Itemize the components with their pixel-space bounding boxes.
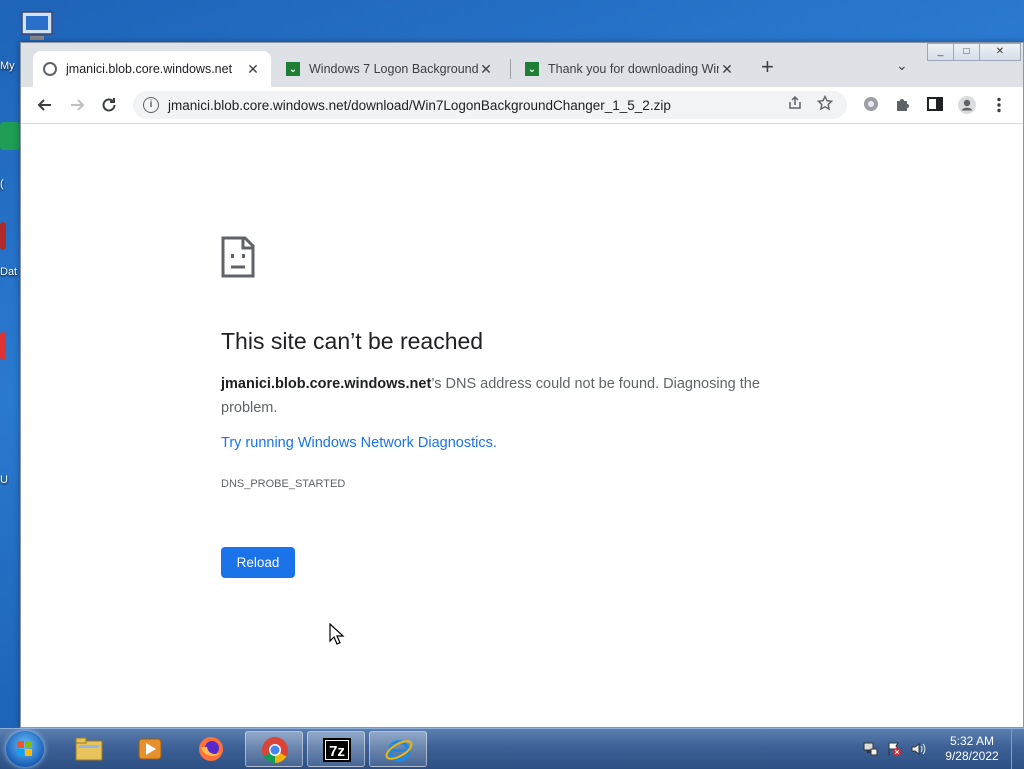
- desktop-icon-label[interactable]: (: [0, 178, 22, 190]
- taskbar-firefox[interactable]: [182, 731, 240, 767]
- network-diagnostics-link[interactable]: Try running Windows Network Diagnostics.: [221, 435, 497, 451]
- desktop-icon[interactable]: [0, 122, 22, 150]
- tab-title: jmanici.blob.core.windows.net: [66, 62, 233, 76]
- side-panel-icon[interactable]: [925, 95, 945, 115]
- info-icon[interactable]: i: [143, 97, 159, 113]
- chrome-icon: [262, 737, 288, 764]
- page-content: This site can’t be reached jmanici.blob.…: [21, 124, 1023, 727]
- clock-time: 5:32 AM: [949, 734, 995, 748]
- desktop-icon[interactable]: [0, 332, 22, 360]
- download-site-icon: ⌄: [286, 62, 300, 76]
- show-desktop-button[interactable]: [1011, 729, 1024, 769]
- close-window-button[interactable]: ✕: [979, 43, 1021, 61]
- browser-toolbar: i jmanici.blob.core.windows.net/download…: [21, 87, 1023, 124]
- error-title: This site can’t be reached: [221, 328, 484, 354]
- close-tab-icon[interactable]: ✕: [478, 61, 494, 78]
- arrow-left-icon: [37, 99, 51, 111]
- bookmark-star-icon[interactable]: [816, 94, 834, 115]
- close-tab-icon[interactable]: ✕: [719, 61, 735, 78]
- profile-avatar-icon[interactable]: [957, 95, 977, 115]
- reload-button[interactable]: Reload: [221, 547, 295, 578]
- taskbar-file-explorer[interactable]: [60, 731, 118, 767]
- minimize-button[interactable]: _: [927, 43, 954, 61]
- address-bar[interactable]: i jmanici.blob.core.windows.net/download…: [133, 91, 847, 119]
- taskbar-7zip[interactable]: 7z: [307, 731, 365, 767]
- taskbar-media-player[interactable]: [121, 731, 179, 767]
- globe-icon: [43, 62, 57, 76]
- error-message: jmanici.blob.core.windows.net’s DNS addr…: [221, 372, 801, 420]
- tab-search-button[interactable]: ⌄: [896, 57, 908, 74]
- app-icon: [0, 222, 6, 250]
- windows-logo-icon: [17, 741, 32, 756]
- arrow-right-icon: [71, 99, 85, 111]
- back-button[interactable]: [35, 95, 55, 115]
- error-host: jmanici.blob.core.windows.net: [221, 376, 432, 392]
- extension-globe-icon[interactable]: [861, 95, 881, 115]
- extensions-puzzle-icon[interactable]: [893, 95, 913, 115]
- media-player-icon: [138, 738, 162, 760]
- desktop-icon[interactable]: [0, 222, 22, 250]
- clock-date: 9/28/2022: [945, 749, 999, 763]
- sad-page-icon: [221, 236, 255, 278]
- error-code: DNS_PROBE_STARTED: [221, 478, 346, 490]
- tab-thank-you[interactable]: ⌄ Thank you for downloading Wind ✕: [515, 51, 745, 87]
- tab-active[interactable]: jmanici.blob.core.windows.net ✕: [33, 51, 271, 87]
- share-icon[interactable]: [787, 95, 803, 115]
- network-icon[interactable]: [862, 741, 878, 757]
- taskbar-chrome[interactable]: [245, 731, 303, 767]
- volume-icon[interactable]: [910, 741, 926, 757]
- start-button[interactable]: [6, 731, 44, 767]
- app-icon: [0, 122, 20, 150]
- forward-button[interactable]: [67, 95, 87, 115]
- desktop-icon-label[interactable]: My: [0, 60, 22, 72]
- refresh-button[interactable]: [99, 95, 119, 115]
- taskbar-clock[interactable]: 5:32 AM 9/28/2022: [940, 734, 1004, 764]
- firefox-icon: [199, 737, 223, 761]
- taskbar-internet-explorer[interactable]: [369, 731, 427, 767]
- close-tab-icon[interactable]: ✕: [245, 61, 261, 78]
- tab-windows-7-logon[interactable]: ⌄ Windows 7 Logon Background C ✕: [276, 51, 504, 87]
- maximize-button[interactable]: □: [953, 43, 980, 61]
- 7zip-icon: 7z: [323, 738, 351, 762]
- computer-icon[interactable]: [14, 10, 60, 44]
- refresh-icon: [102, 98, 116, 112]
- tab-title: Windows 7 Logon Background C: [309, 62, 478, 76]
- desktop-icon-label[interactable]: Dat: [0, 266, 22, 278]
- folder-icon: [75, 737, 103, 761]
- app-icon: [0, 332, 6, 360]
- new-tab-button[interactable]: +: [761, 56, 774, 78]
- mouse-cursor-icon: [329, 623, 345, 645]
- url-text[interactable]: jmanici.blob.core.windows.net/download/W…: [168, 98, 787, 113]
- 7zip-label: 7z: [329, 743, 345, 760]
- browser-window: jmanici.blob.core.windows.net ✕ ⌄ Window…: [20, 42, 1024, 728]
- download-site-icon: ⌄: [525, 62, 539, 76]
- tab-strip: jmanici.blob.core.windows.net ✕ ⌄ Window…: [21, 43, 1023, 87]
- menu-kebab-icon[interactable]: [989, 95, 1009, 115]
- taskbar: 7z 5:32 AM 9/28/2022: [0, 728, 1024, 769]
- desktop-icon-label[interactable]: U: [0, 474, 22, 486]
- tab-separator: [510, 59, 511, 79]
- tab-title: Thank you for downloading Wind: [548, 62, 719, 76]
- internet-explorer-icon: [385, 740, 413, 762]
- action-center-flag-icon[interactable]: [886, 741, 902, 757]
- system-tray: [862, 741, 926, 757]
